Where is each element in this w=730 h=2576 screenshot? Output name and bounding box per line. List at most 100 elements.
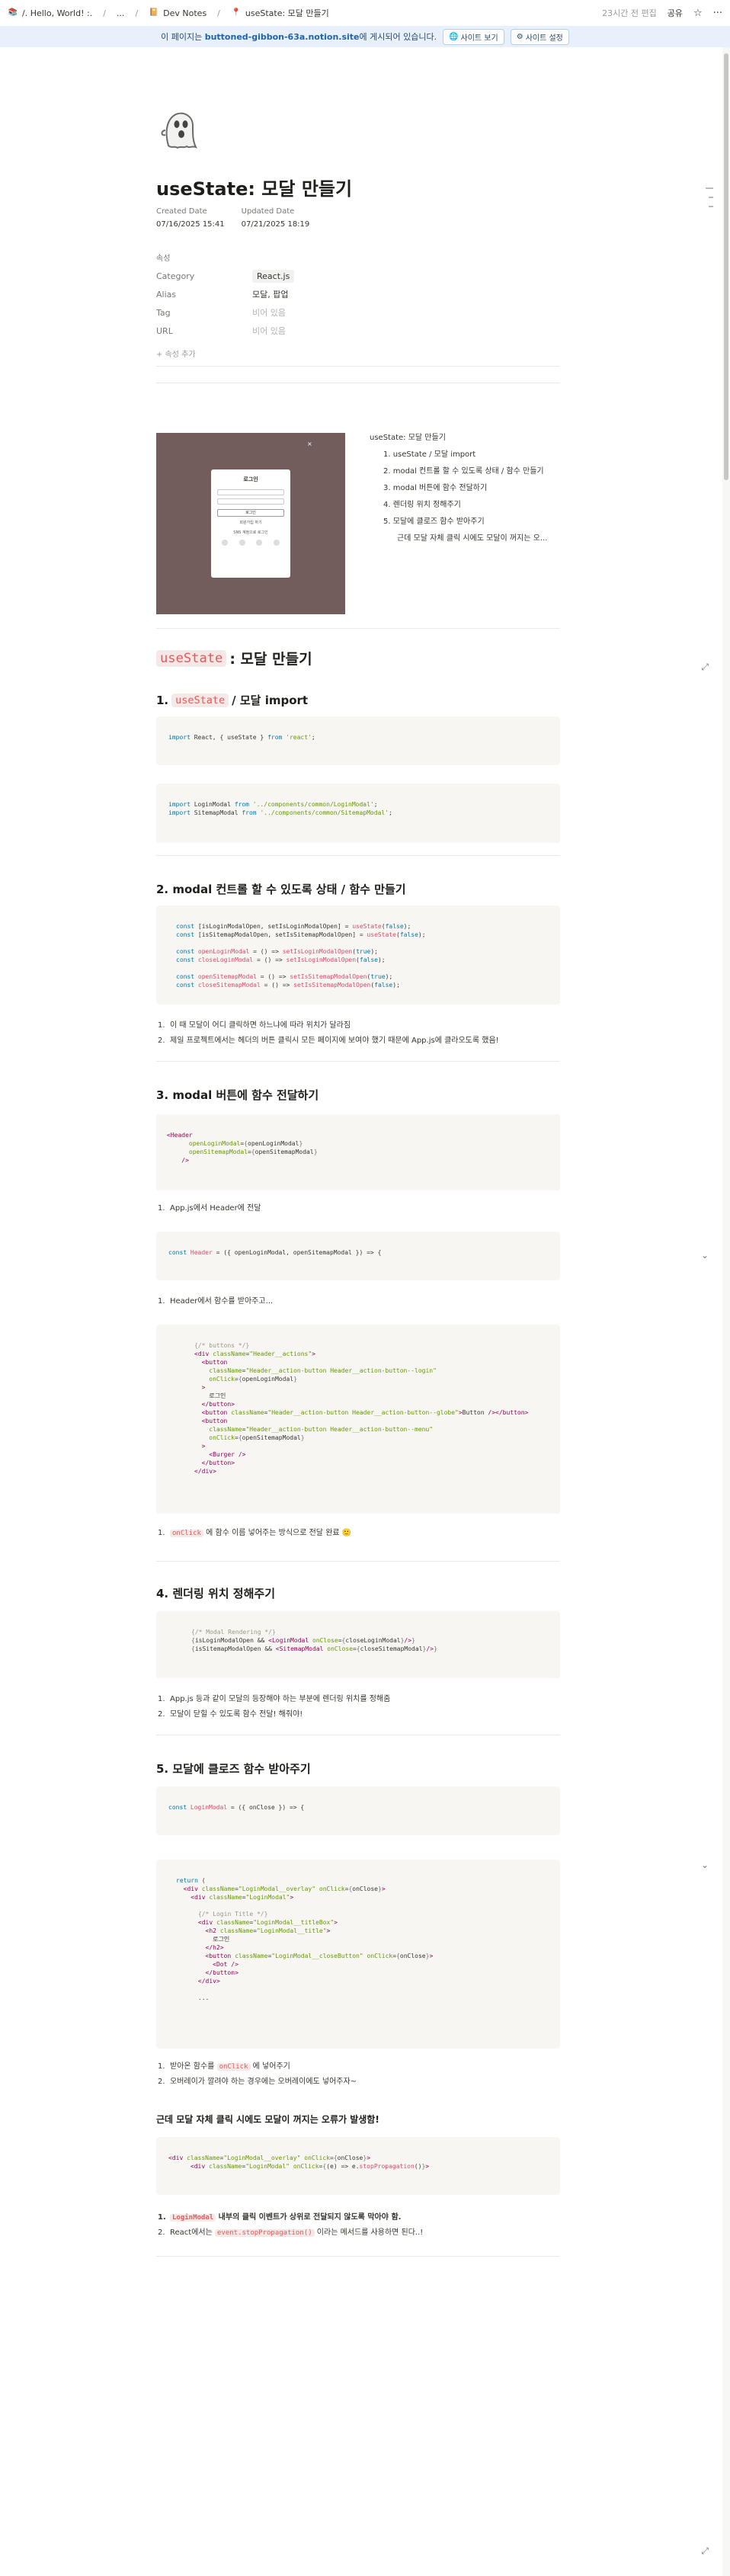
edited-time: 23시간 전 편집 xyxy=(602,8,657,18)
date-properties: Created Date 07/16/2025 15:41 Updated Da… xyxy=(156,207,309,229)
list-item: 1. Header에서 함수를 받아주고... xyxy=(158,1297,274,1306)
heading-section-6: 근데 모달 자체 클릭 시에도 모달이 꺼지는 오류가 발생함! xyxy=(156,2114,379,2125)
toc-item[interactable]: 3. modal 버튼에 함수 전달하기 xyxy=(370,480,547,497)
code-block-login-modal-jsx[interactable]: return ( <div className="LoginModal__ove… xyxy=(156,1860,560,2049)
property-row-tag[interactable]: Tag 비어 있음 xyxy=(156,303,560,322)
breadcrumb-item-dev-notes[interactable]: 📔 Dev Notes xyxy=(149,8,207,18)
list-item: 2. 모달이 닫힐 수 있도록 함수 전달! 해줘야! xyxy=(158,1710,303,1719)
property-key: URL xyxy=(156,325,173,336)
site-settings-button[interactable]: ⚙ 사이트 설정 xyxy=(510,28,569,45)
banner-domain[interactable]: buttoned-gibbon-63a.notion.site xyxy=(205,32,360,42)
list-section-4: 1. App.js 등과 같이 모달의 등장해야 하는 부분에 렌더링 위치를 정… xyxy=(158,1692,390,1722)
list-item: 2. 제일 프로젝트에서는 헤더의 버튼 클릭시 모든 페이지에 보여야 했기 때… xyxy=(158,1036,499,1045)
breadcrumb-separator: / xyxy=(135,8,139,18)
globe-icon: 🌐 xyxy=(449,32,459,41)
code-block-modal-state[interactable]: const [isLoginModalOpen, setIsLoginModal… xyxy=(156,905,560,1004)
heading-text: : 모달 만들기 xyxy=(229,651,312,668)
site-settings-label: 사이트 설정 xyxy=(525,34,563,43)
breadcrumb-item-home[interactable]: 📚 /. Hello, World! :. xyxy=(8,8,92,18)
breadcrumb-item-ellipsis[interactable]: ... xyxy=(117,8,125,18)
banner-suffix: 에 게시되어 있습니다. xyxy=(359,32,437,42)
close-icon: × xyxy=(307,441,312,447)
toc-item[interactable]: 근데 모달 자체 클릭 시에도 모달이 꺼지는 오... xyxy=(370,530,547,547)
breadcrumb-label: useState: 모달 만들기 xyxy=(245,8,329,18)
heading-text: / 모달 import xyxy=(232,694,309,707)
modal-preview-link: 회원가입 하기 xyxy=(239,521,262,525)
outline-marker[interactable] xyxy=(709,206,713,207)
more-icon[interactable]: ··· xyxy=(713,8,722,19)
modal-preview-sns-icons xyxy=(222,540,280,546)
list-item: 1. App.js에서 Header에 전달 xyxy=(158,1204,261,1213)
star-icon[interactable]: ☆ xyxy=(693,8,703,19)
divider xyxy=(156,2256,560,2257)
created-date: Created Date 07/16/2025 15:41 xyxy=(156,207,225,229)
view-site-label: 사이트 보기 xyxy=(460,34,498,43)
modal-preview-input xyxy=(217,489,284,495)
list-item: 1. onClick 에 함수 이름 넣어주는 방식으로 전달 완료 🙂 xyxy=(158,1529,352,1537)
list-item: 1. LoginModal 내부의 클릭 이벤트가 상위로 전달되지 않도록 막아… xyxy=(158,2213,402,2222)
category-tag[interactable]: React.js xyxy=(252,269,295,283)
breadcrumb-label: /. Hello, World! :. xyxy=(22,8,93,18)
breadcrumb-separator: / xyxy=(103,8,106,18)
toc-item[interactable]: useState: 모달 만들기 xyxy=(370,430,547,447)
list-item: 1. 받아온 함수를 onClick 에 넣어주기 xyxy=(158,2062,290,2071)
code-block-header-fn[interactable]: const Header = ({ openLoginModal, openSi… xyxy=(156,1232,560,1280)
toc-item[interactable]: 1. useState / 모달 import xyxy=(370,447,547,463)
property-key: Category xyxy=(156,271,195,281)
updated-date: Updated Date 07/21/2025 18:19 xyxy=(242,207,310,229)
modal-preview-sns: SNS 계정으로 로그인 xyxy=(233,530,268,535)
inline-code: onClick xyxy=(216,2063,251,2071)
divider xyxy=(156,628,560,629)
page-title: useState: 모달 만들기 xyxy=(156,178,353,200)
property-row-category[interactable]: Category React.js xyxy=(156,267,560,285)
heading-code: useState xyxy=(156,649,227,667)
top-actions: 23시간 전 편집 공유 ☆ ··· xyxy=(602,7,722,19)
breadcrumb-separator: / xyxy=(217,8,220,18)
toc-item[interactable]: 4. 렌더링 위치 정해주기 xyxy=(370,497,547,514)
heading-code: useState xyxy=(171,693,229,707)
toc-item[interactable]: 5. 모달에 클로즈 함수 받아주기 xyxy=(370,514,547,530)
sns-icon xyxy=(222,540,228,546)
add-property-button[interactable]: + 속성 추가 xyxy=(156,348,196,359)
code-block-import-modals[interactable]: import LoginModal from '../components/co… xyxy=(156,783,560,843)
updated-date-value[interactable]: 07/21/2025 18:19 xyxy=(242,220,310,229)
inline-code: onClick xyxy=(170,1530,203,1537)
chevron-down-icon: ⌄ xyxy=(700,1250,709,1261)
heading-section-1: 1. useState / 모달 import xyxy=(156,692,308,708)
property-key: Tag xyxy=(156,307,171,318)
code-block-header-props[interactable]: <Header openLoginModal={openLoginModal} … xyxy=(156,1114,560,1190)
chevron-down-icon: ⌄ xyxy=(700,1860,709,1870)
code-block-header-buttons[interactable]: {/* buttons */} <div className="Header__… xyxy=(156,1325,560,1514)
scrollbar-thumb[interactable] xyxy=(724,53,728,480)
created-date-value[interactable]: 07/16/2025 15:41 xyxy=(156,220,225,229)
divider xyxy=(156,855,560,856)
updated-date-label: Updated Date xyxy=(241,207,295,216)
breadcrumb-label: ... xyxy=(116,8,125,18)
code-block-import-react[interactable]: import React, { useState } from 'react'; xyxy=(156,716,560,765)
sns-icon xyxy=(256,540,263,546)
outline-marker[interactable] xyxy=(706,187,713,189)
heading-number: 1. xyxy=(156,693,169,707)
share-button[interactable]: 공유 xyxy=(668,7,683,19)
property-value[interactable]: 비어 있음 xyxy=(252,325,286,337)
modal-preview-button: 로그인 xyxy=(217,509,284,517)
view-site-button[interactable]: 🌐 사이트 보기 xyxy=(443,28,504,45)
property-row-url[interactable]: URL 비어 있음 xyxy=(156,322,560,340)
breadcrumb-item-current[interactable]: 📍 useState: 모달 만들기 xyxy=(231,7,329,19)
list-item: 1. 이 때 모달이 어디 클릭하면 하느냐에 따라 위치가 달라짐 xyxy=(158,1021,351,1030)
cursor-icon: ⤢ xyxy=(701,2546,709,2556)
properties-header: 속성 xyxy=(156,255,171,263)
heading-section-3: 3. modal 버튼에 함수 전달하기 xyxy=(156,1088,319,1102)
code-block-stop-propagation[interactable]: <div className="LoginModal__overlay" onC… xyxy=(156,2137,560,2195)
ghost-icon[interactable] xyxy=(155,104,203,153)
toc-item[interactable]: 2. modal 컨트롤 할 수 있도록 상태 / 함수 만들기 xyxy=(370,463,547,480)
table-of-contents: useState: 모달 만들기 1. useState / 모달 import… xyxy=(370,430,547,547)
property-value[interactable]: 비어 있음 xyxy=(252,306,286,319)
code-block-login-modal-fn[interactable]: const LoginModal = ({ onClose }) => { xyxy=(156,1786,560,1835)
property-value[interactable]: 모달, 팝업 xyxy=(252,288,288,300)
divider xyxy=(156,366,560,367)
outline-marker[interactable] xyxy=(709,197,713,198)
code-block-render-modals[interactable]: {/* Modal Rendering */} {isLoginModalOpe… xyxy=(156,1611,560,1678)
property-row-alias[interactable]: Alias 모달, 팝업 xyxy=(156,285,560,303)
property-key: Alias xyxy=(156,289,177,300)
